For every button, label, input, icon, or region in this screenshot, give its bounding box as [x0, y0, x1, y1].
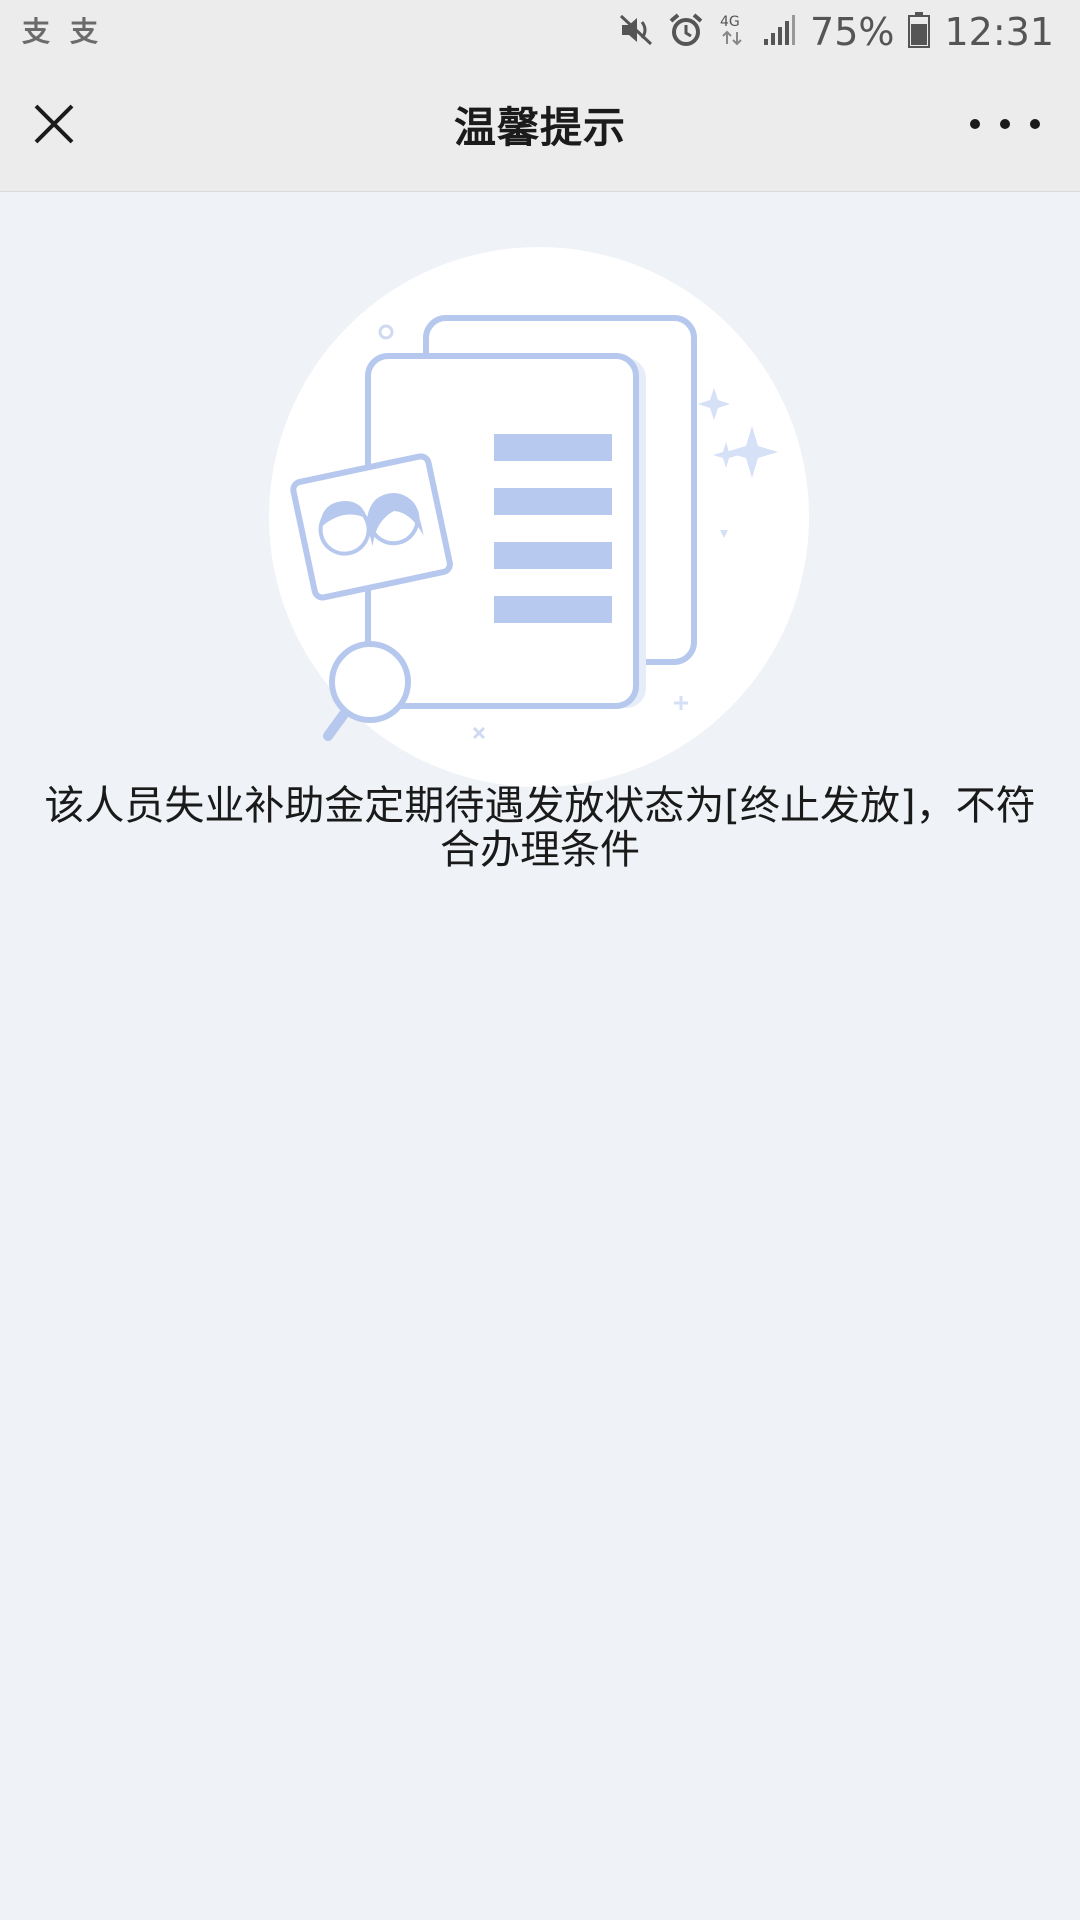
clock: 12:31	[944, 10, 1054, 54]
nav-bar: 温馨提示	[0, 64, 1080, 192]
more-icon-dot	[1000, 119, 1010, 129]
more-icon-dot	[970, 119, 980, 129]
status-bar: 支 支 4G 75% 12:31	[0, 0, 1080, 64]
more-button[interactable]	[970, 94, 1040, 154]
document-search-illustration	[268, 246, 810, 788]
alarm-icon	[668, 12, 704, 52]
network-label: 4G	[720, 14, 740, 30]
alipay-notification-icon: 支	[22, 15, 51, 48]
battery-icon	[908, 12, 931, 52]
system-icons: 4G 75% 12:31	[618, 10, 1054, 54]
notification-area: 支 支	[22, 17, 100, 47]
mute-icon	[618, 13, 654, 51]
ineligible-message: 该人员失业补助金定期待遇发放状态为[终止发放]，不符合办理条件	[44, 783, 1036, 873]
more-icon-dot	[1030, 119, 1040, 129]
alipay-notification-icon: 支	[70, 15, 99, 48]
signal-icon	[762, 13, 796, 51]
battery-percent: 75%	[810, 10, 895, 54]
page-title: 温馨提示	[453, 103, 626, 152]
network-4g-icon: 4G	[718, 12, 748, 52]
